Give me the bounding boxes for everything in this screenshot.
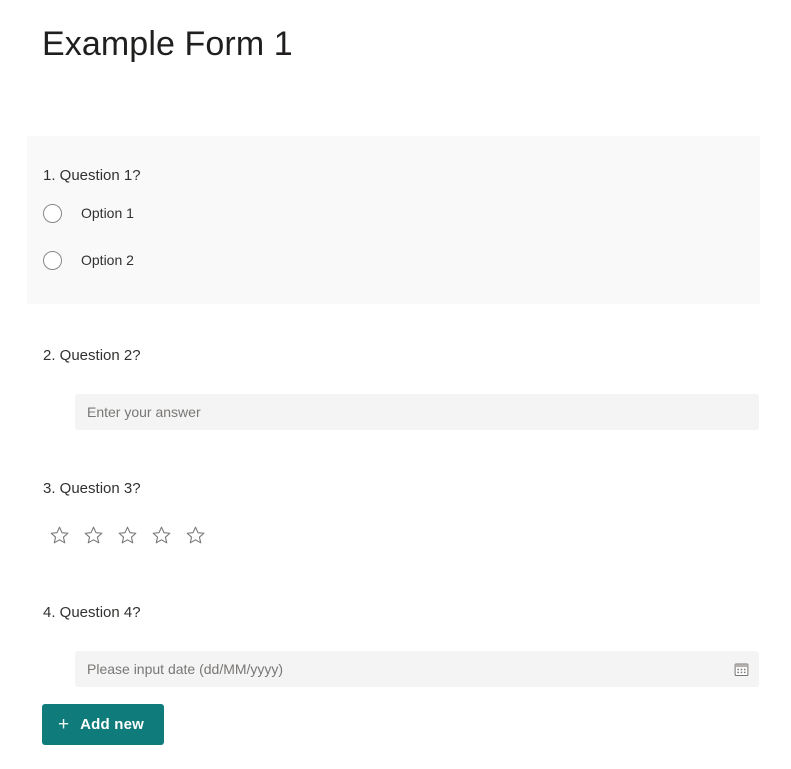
rating-stars[interactable] [42,520,744,550]
answer-input[interactable]: Enter your answer [75,394,759,430]
page-title: Example Form 1 [42,25,293,63]
answer-input-placeholder: Enter your answer [87,404,201,420]
question-block-2[interactable]: 2. Question 2? Enter your answer [27,346,760,430]
question-title-3: 3. Question 3? [43,480,141,497]
question-title-2: 2. Question 2? [43,347,141,364]
add-new-button-label: Add new [80,715,145,733]
star-outline-icon[interactable] [178,520,212,550]
date-input-placeholder: Please input date (dd/MM/yyyy) [87,661,284,677]
radio-unchecked-icon[interactable] [43,203,62,223]
choice-option-label: Option 2 [81,252,134,268]
date-input[interactable]: Please input date (dd/MM/yyyy) [75,651,759,687]
star-outline-icon[interactable] [110,520,144,550]
question-block-4[interactable]: 4. Question 4? Please input date (dd/MM/… [27,603,760,687]
calendar-icon[interactable] [734,662,759,677]
choice-option-label: Option 1 [81,205,134,221]
plus-icon: + [58,714,70,735]
question-title-1: 1. Question 1? [43,167,141,184]
choice-option-2[interactable]: Option 2 [43,247,728,273]
star-outline-icon[interactable] [76,520,110,550]
question-block-3[interactable]: 3. Question 3? [27,479,760,550]
question-title-4: 4. Question 4? [43,604,141,621]
choice-list-1: Option 1 Option 2 [43,200,728,273]
radio-unchecked-icon[interactable] [43,250,62,270]
choice-option-1[interactable]: Option 1 [43,200,728,226]
form-page: Example Form 1 1. Question 1? Option 1 O… [0,0,791,769]
star-outline-icon[interactable] [144,520,178,550]
star-outline-icon[interactable] [42,520,76,550]
add-new-button[interactable]: + Add new [42,704,165,745]
question-block-1[interactable]: 1. Question 1? Option 1 Option 2 [27,136,760,304]
